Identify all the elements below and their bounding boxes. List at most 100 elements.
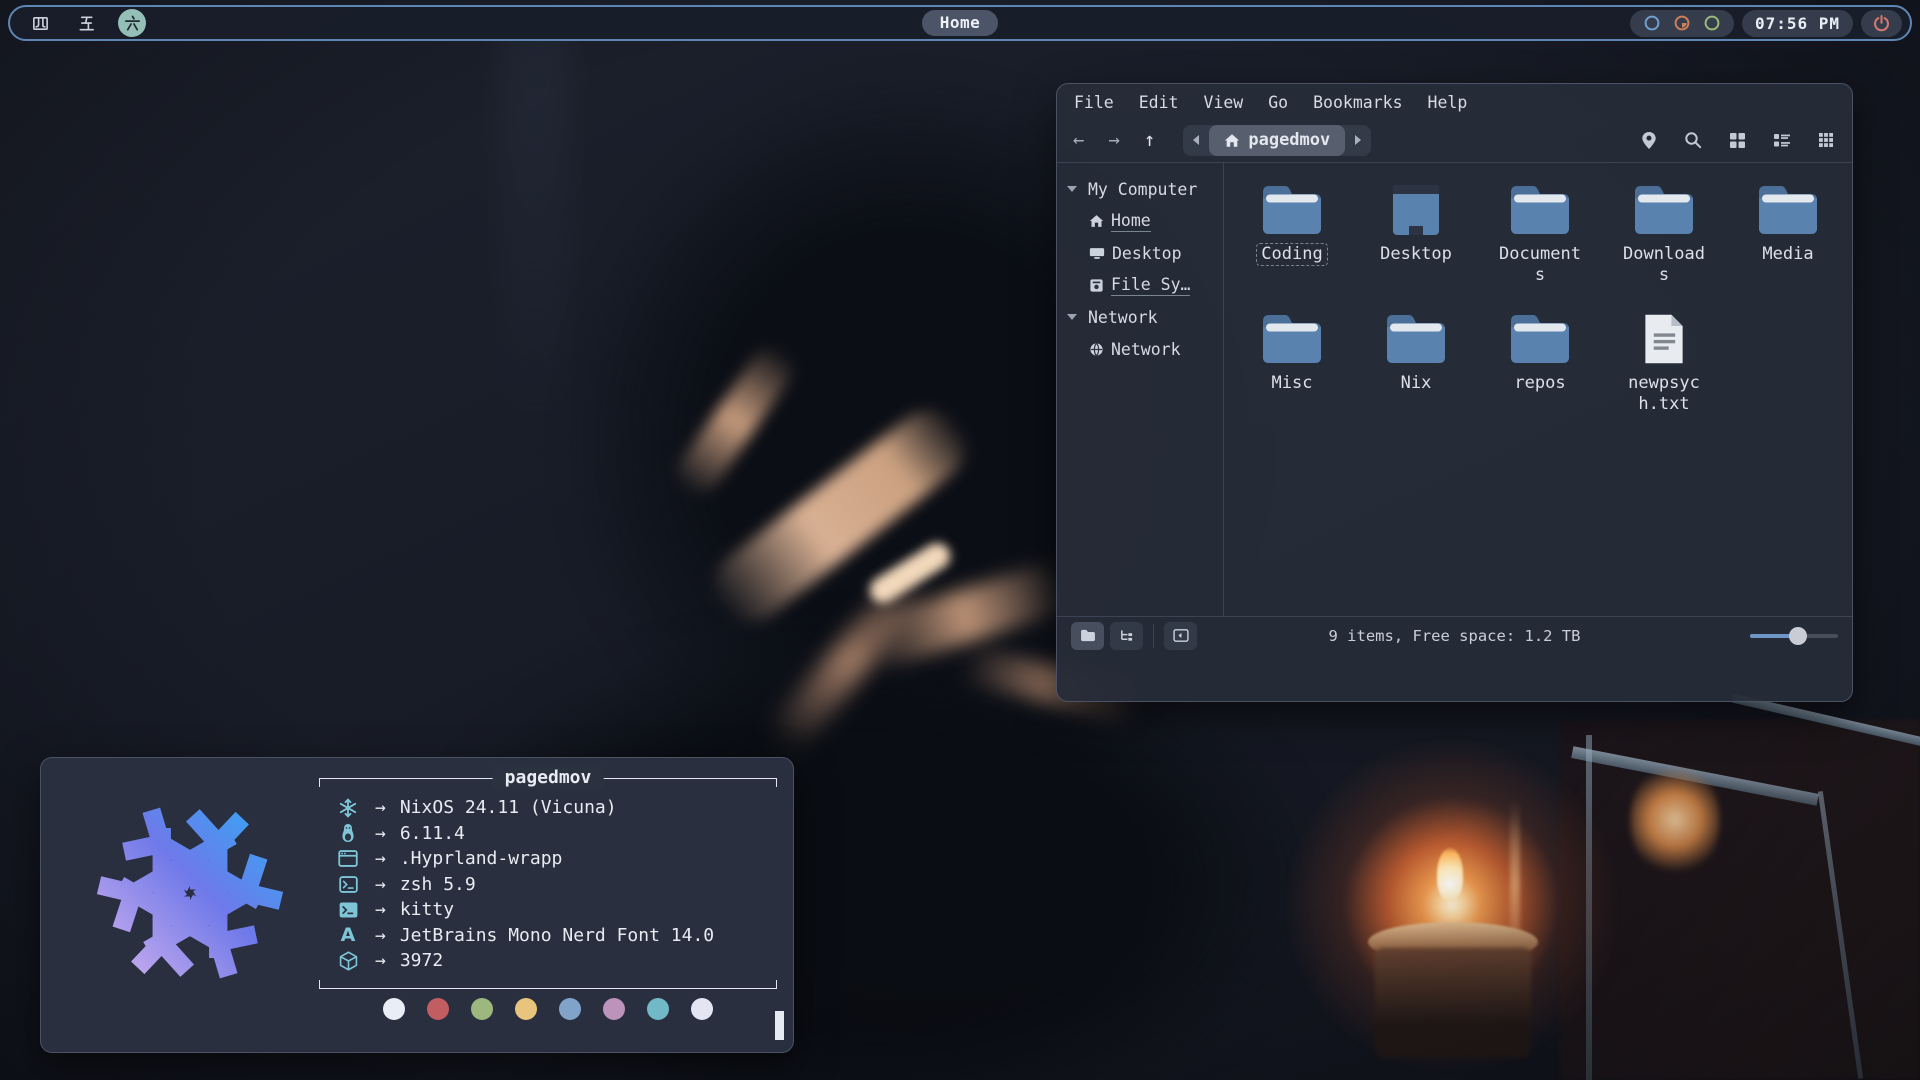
file-item-downloads[interactable]: Downloads: [1602, 183, 1726, 288]
wallpaper-beam: [1571, 746, 1819, 805]
arrow: →: [375, 899, 386, 920]
folder-icon: [1756, 183, 1820, 237]
collapse-caret-icon: [1067, 314, 1077, 320]
workspace-4[interactable]: [26, 9, 54, 37]
toolbar: ← → ↑ pagedmov: [1057, 118, 1852, 163]
workspace-indicators: [10, 9, 146, 37]
wallpaper-hair-strand: [700, 395, 981, 636]
arrow: →: [375, 848, 386, 869]
menu-edit[interactable]: Edit: [1139, 93, 1179, 112]
palette-dot: [471, 998, 493, 1020]
file-item-newpsych-txt[interactable]: newpsych.txt: [1602, 312, 1726, 417]
chevron-left-icon: [1193, 135, 1199, 145]
wm-window-icon: [335, 850, 361, 867]
folder-icon: [1384, 312, 1448, 366]
menu-go[interactable]: Go: [1268, 93, 1288, 112]
info-row-shell: → zsh 5.9: [335, 872, 777, 898]
back-button[interactable]: ←: [1073, 129, 1084, 151]
terminal-cursor[interactable]: [775, 1011, 784, 1040]
nixos-flake-icon: [335, 798, 361, 818]
location-pin-button[interactable]: [1641, 131, 1657, 150]
statusbar-separator: [1153, 624, 1154, 648]
sidebar-item-filesystem[interactable]: File Sy…: [1057, 269, 1223, 301]
wallpaper-hair-highlight: [865, 538, 955, 608]
terminal-filled-icon: [335, 902, 361, 918]
clock[interactable]: 07:56 PM: [1742, 10, 1853, 37]
path-scroll-left-button[interactable]: [1183, 125, 1209, 156]
wallpaper-candle-glow: [1282, 735, 1622, 1075]
folder-icon: [1508, 183, 1572, 237]
sidebar-item-desktop[interactable]: Desktop: [1057, 237, 1223, 269]
forward-button[interactable]: →: [1108, 129, 1119, 151]
file-item-misc[interactable]: Misc: [1230, 312, 1354, 417]
up-button[interactable]: ↑: [1144, 129, 1155, 151]
tray-indicators[interactable]: [1630, 10, 1734, 37]
path-segment-home[interactable]: pagedmov: [1209, 125, 1345, 156]
icon-view-toggle-button[interactable]: [1071, 622, 1104, 650]
terminal-color-palette: [319, 998, 777, 1020]
wallpaper-glass-highlight: [1510, 800, 1520, 970]
wallpaper-candle-dish: [1368, 922, 1538, 962]
active-window-title[interactable]: Home: [922, 10, 999, 36]
nixos-logo: [77, 780, 303, 1006]
menu-file[interactable]: File: [1074, 93, 1114, 112]
arrow: →: [375, 950, 386, 971]
drive-icon: [1089, 278, 1104, 293]
info-row-wm: → .Hyprland-wrapp: [335, 846, 777, 872]
file-item-coding[interactable]: Coding: [1230, 183, 1354, 288]
search-button[interactable]: [1684, 131, 1702, 149]
power-button[interactable]: [1861, 10, 1902, 37]
palette-dot: [559, 998, 581, 1020]
wallpaper-post: [1586, 735, 1592, 1080]
sidebar-item-network[interactable]: Network: [1057, 333, 1223, 365]
zoom-slider-handle[interactable]: [1789, 627, 1807, 645]
file-item-repos[interactable]: repos: [1478, 312, 1602, 417]
folder-icon: [1260, 312, 1324, 366]
terminal-window: pagedmov → NixOS 24.11 (Vicuna) → 6.11.4: [40, 757, 794, 1053]
wallpaper-lantern-glow: [1630, 760, 1720, 880]
menu-view[interactable]: View: [1204, 93, 1244, 112]
wallpaper-post: [1818, 791, 1863, 1079]
desktop-folder-icon: [1384, 183, 1448, 237]
side-pane-toggle-button[interactable]: [1164, 622, 1197, 650]
file-name: repos: [1509, 372, 1570, 395]
palette-dot: [647, 998, 669, 1020]
sidebar-section-my-computer[interactable]: My Computer: [1057, 173, 1223, 205]
zoom-slider[interactable]: [1750, 627, 1838, 645]
compact-view-button[interactable]: [1818, 132, 1834, 148]
shell-prompt-icon: [335, 876, 361, 893]
workspace-6-active[interactable]: [118, 9, 146, 37]
packages-value: 3972: [400, 950, 443, 971]
globe-icon: [1089, 342, 1104, 357]
info-row-font: A → JetBrains Mono Nerd Font 14.0: [335, 923, 777, 949]
icon-view-button[interactable]: [1729, 132, 1746, 149]
path-scroll-right-button[interactable]: [1345, 125, 1371, 156]
package-box-icon: [335, 951, 361, 971]
arrow: →: [375, 874, 386, 895]
arrow: →: [375, 797, 386, 818]
file-item-desktop[interactable]: Desktop: [1354, 183, 1478, 288]
wallpaper-candle-flame: [1437, 848, 1463, 900]
text-file-icon: [1641, 312, 1687, 366]
file-item-nix[interactable]: Nix: [1354, 312, 1478, 417]
file-item-media[interactable]: Media: [1726, 183, 1850, 288]
file-name: Documents: [1492, 243, 1588, 288]
menu-bookmarks[interactable]: Bookmarks: [1313, 93, 1402, 112]
folder-icon: [1508, 312, 1572, 366]
sidebar: My Computer Home Desktop: [1057, 163, 1224, 616]
sidebar-section-network[interactable]: Network: [1057, 301, 1223, 333]
file-view: Coding Desktop Documents Downloads: [1224, 163, 1852, 616]
kernel-value: 6.11.4: [400, 823, 465, 844]
file-item-documents[interactable]: Documents: [1478, 183, 1602, 288]
bar-right-modules: 07:56 PM: [1630, 10, 1910, 37]
circle-blue-outline-icon: [1643, 14, 1661, 32]
list-view-button[interactable]: [1773, 132, 1791, 148]
circle-orange-pie-icon: [1673, 14, 1691, 32]
workspace-5[interactable]: [72, 9, 100, 37]
sidebar-item-home[interactable]: Home: [1057, 205, 1223, 237]
tree-view-toggle-button[interactable]: [1110, 622, 1143, 650]
chevron-right-icon: [1355, 135, 1361, 145]
menu-help[interactable]: Help: [1428, 93, 1468, 112]
path-segment-label: pagedmov: [1248, 130, 1330, 150]
palette-dot: [383, 998, 405, 1020]
